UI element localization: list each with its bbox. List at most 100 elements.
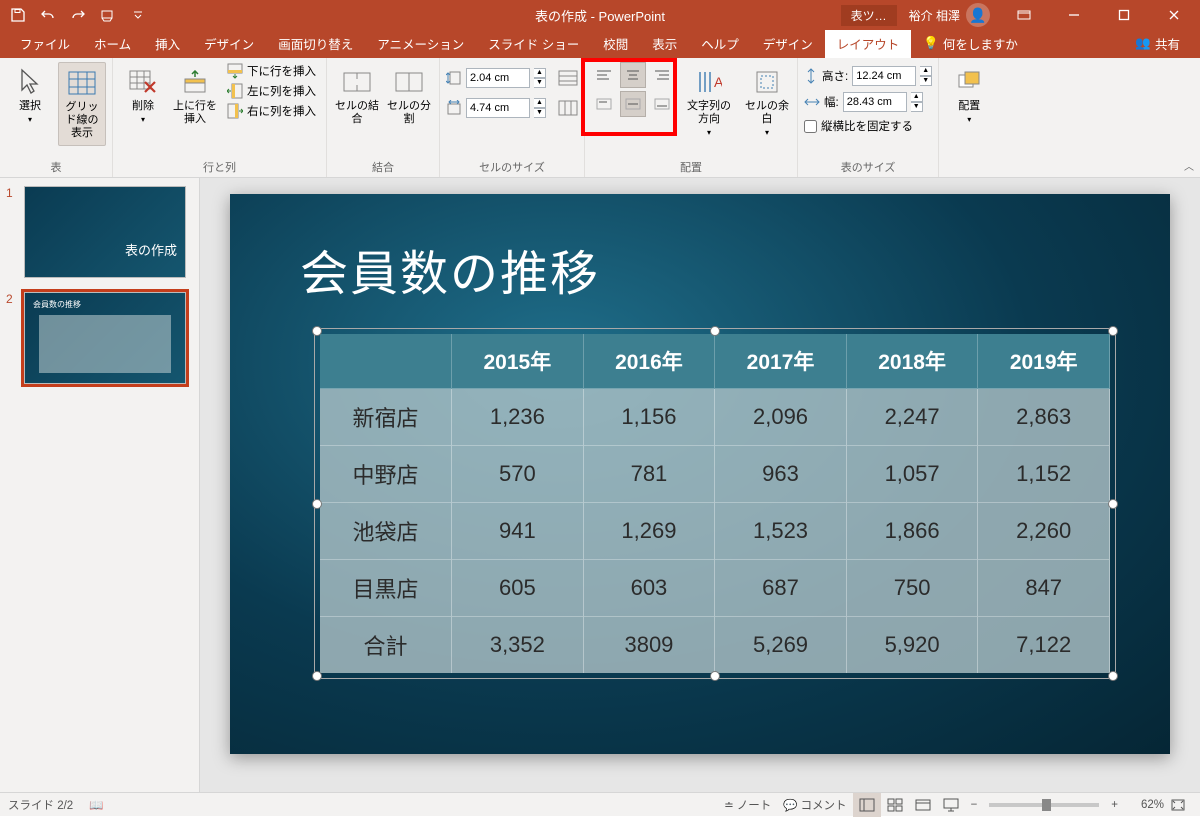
collapse-ribbon-button[interactable]: ︿ bbox=[1184, 158, 1194, 173]
align-bottom-left[interactable] bbox=[591, 91, 617, 117]
spin-up[interactable]: ▲ bbox=[534, 68, 546, 78]
thumb-number: 1 bbox=[6, 186, 18, 278]
lock-aspect-checkbox[interactable]: 縦横比を固定する bbox=[804, 118, 932, 134]
slide-thumb-1[interactable]: 表の作成 bbox=[24, 186, 186, 278]
reading-view-button[interactable] bbox=[909, 793, 937, 817]
tab-help[interactable]: ヘルプ bbox=[689, 29, 751, 58]
minimize-button[interactable] bbox=[1052, 0, 1096, 30]
zoom-out-button[interactable]: − bbox=[965, 793, 984, 817]
redo-button[interactable] bbox=[64, 2, 92, 28]
tab-animations[interactable]: アニメーション bbox=[365, 29, 476, 58]
spin-down[interactable]: ▼ bbox=[534, 78, 546, 88]
table-width-field[interactable] bbox=[843, 92, 907, 112]
text-direction-icon: A bbox=[693, 66, 725, 98]
save-button[interactable] bbox=[4, 2, 32, 28]
tab-slideshow[interactable]: スライド ショー bbox=[476, 29, 591, 58]
window-title: 表の作成 - PowerPoint bbox=[535, 6, 665, 25]
user-account[interactable]: 裕介 相澤 👤 bbox=[903, 3, 996, 27]
split-icon bbox=[393, 66, 425, 98]
ribbon-tabs: ファイル ホーム 挿入 デザイン 画面切り替え アニメーション スライド ショー… bbox=[0, 30, 1200, 58]
spin-up[interactable]: ▲ bbox=[534, 98, 546, 108]
text-direction-button[interactable]: A 文字列の方向▾ bbox=[685, 62, 733, 142]
share-button[interactable]: 👥共有 bbox=[1123, 29, 1192, 58]
contextual-tab-label: 表ツ… bbox=[841, 5, 897, 26]
slide-thumb-2[interactable]: 会員数の推移 bbox=[24, 292, 186, 384]
fit-to-window-button[interactable] bbox=[1164, 793, 1192, 817]
thumb-number: 2 bbox=[6, 292, 18, 384]
undo-button[interactable] bbox=[34, 2, 62, 28]
svg-text:A: A bbox=[714, 74, 722, 90]
table-width-input[interactable]: 幅: ▲▼ bbox=[804, 92, 932, 112]
align-bottom-center[interactable] bbox=[620, 91, 646, 117]
maximize-button[interactable] bbox=[1102, 0, 1146, 30]
user-name: 裕介 相澤 bbox=[909, 7, 960, 24]
comments-button[interactable]: 💬 コメント bbox=[777, 793, 852, 817]
table-object[interactable]: 2015年2016年2017年2018年2019年新宿店1,2361,1562,… bbox=[320, 334, 1110, 673]
normal-view-button[interactable] bbox=[853, 793, 881, 817]
row-height-icon bbox=[446, 70, 462, 86]
slide-counter: スライド 2/2 bbox=[8, 797, 73, 813]
slide-editor[interactable]: 会員数の推移 2015年2016年2017年2018年2019年新宿店1,236… bbox=[200, 178, 1200, 792]
insert-row-above-icon bbox=[179, 66, 211, 98]
delete-button[interactable]: 削除▾ bbox=[119, 62, 167, 129]
view-gridlines-button[interactable]: グリッド線の表示 bbox=[58, 62, 106, 146]
slide-thumbnails-panel[interactable]: 1 表の作成 2 会員数の推移 bbox=[0, 178, 200, 792]
cell-margins-icon bbox=[751, 66, 783, 98]
slide-title[interactable]: 会員数の推移 bbox=[300, 234, 600, 304]
spin-down[interactable]: ▼ bbox=[534, 108, 546, 118]
tab-design[interactable]: デザイン bbox=[192, 29, 266, 58]
tab-layout[interactable]: レイアウト bbox=[825, 29, 912, 58]
align-top-center[interactable] bbox=[620, 62, 646, 88]
col-width-input[interactable]: ▲▼ bbox=[446, 98, 578, 118]
alignment-pad bbox=[591, 62, 675, 117]
group-label-rows-cols: 行と列 bbox=[119, 157, 320, 175]
slide-canvas[interactable]: 会員数の推移 2015年2016年2017年2018年2019年新宿店1,236… bbox=[230, 194, 1170, 754]
slideshow-view-button[interactable] bbox=[937, 793, 965, 817]
tab-table-design[interactable]: デザイン bbox=[751, 29, 825, 58]
tab-file[interactable]: ファイル bbox=[8, 29, 82, 58]
qat-customize-button[interactable] bbox=[124, 2, 152, 28]
tab-view[interactable]: 表示 bbox=[640, 29, 689, 58]
spellcheck-icon[interactable]: 📖 bbox=[83, 793, 109, 817]
insert-below-button[interactable]: 下に行を挿入 bbox=[223, 62, 320, 80]
col-width-icon bbox=[446, 100, 462, 116]
col-width-field[interactable] bbox=[466, 98, 530, 118]
cell-margins-button[interactable]: セルの余白▾ bbox=[743, 62, 791, 142]
zoom-in-button[interactable]: + bbox=[1105, 793, 1124, 817]
merge-cells-button[interactable]: セルの結合 bbox=[333, 62, 381, 130]
row-height-input[interactable]: ▲▼ bbox=[446, 68, 578, 88]
align-top-right[interactable] bbox=[649, 62, 675, 88]
ribbon-display-options-button[interactable] bbox=[1002, 0, 1046, 30]
distribute-rows-icon[interactable] bbox=[558, 70, 578, 86]
title-bar: 表の作成 - PowerPoint 表ツ… 裕介 相澤 👤 bbox=[0, 0, 1200, 30]
arrange-button[interactable]: 配置▾ bbox=[945, 62, 993, 129]
tab-transitions[interactable]: 画面切り替え bbox=[266, 29, 365, 58]
align-top-left[interactable] bbox=[591, 62, 617, 88]
insert-col-left-icon bbox=[227, 83, 243, 99]
tab-review[interactable]: 校閲 bbox=[591, 29, 640, 58]
insert-above-button[interactable]: 上に行を挿入 bbox=[171, 62, 219, 130]
table-height-field[interactable] bbox=[852, 66, 916, 86]
distribute-cols-icon[interactable] bbox=[558, 100, 578, 116]
align-bottom-right[interactable] bbox=[649, 91, 675, 117]
sorter-view-button[interactable] bbox=[881, 793, 909, 817]
tab-home[interactable]: ホーム bbox=[82, 29, 143, 58]
group-label-merge: 結合 bbox=[333, 157, 433, 175]
tab-insert[interactable]: 挿入 bbox=[143, 29, 192, 58]
row-height-field[interactable] bbox=[466, 68, 530, 88]
close-button[interactable] bbox=[1152, 0, 1196, 30]
select-button[interactable]: 選択▾ bbox=[6, 62, 54, 129]
zoom-slider[interactable] bbox=[989, 803, 1099, 807]
avatar-icon: 👤 bbox=[966, 3, 990, 27]
insert-right-button[interactable]: 右に列を挿入 bbox=[223, 102, 320, 120]
notes-button[interactable]: ≐ ノート bbox=[718, 793, 777, 817]
group-label-alignment: 配置 bbox=[591, 157, 791, 175]
split-cells-button[interactable]: セルの分割 bbox=[385, 62, 433, 130]
insert-left-button[interactable]: 左に列を挿入 bbox=[223, 82, 320, 100]
cursor-icon bbox=[14, 66, 46, 98]
start-from-beginning-button[interactable] bbox=[94, 2, 122, 28]
table-height-input[interactable]: 高さ: ▲▼ bbox=[804, 66, 932, 86]
status-bar: スライド 2/2 📖 ≐ ノート 💬 コメント − + 62% bbox=[0, 792, 1200, 816]
tell-me[interactable]: 💡何をしますか bbox=[911, 29, 1030, 58]
quick-access-toolbar bbox=[0, 2, 152, 28]
